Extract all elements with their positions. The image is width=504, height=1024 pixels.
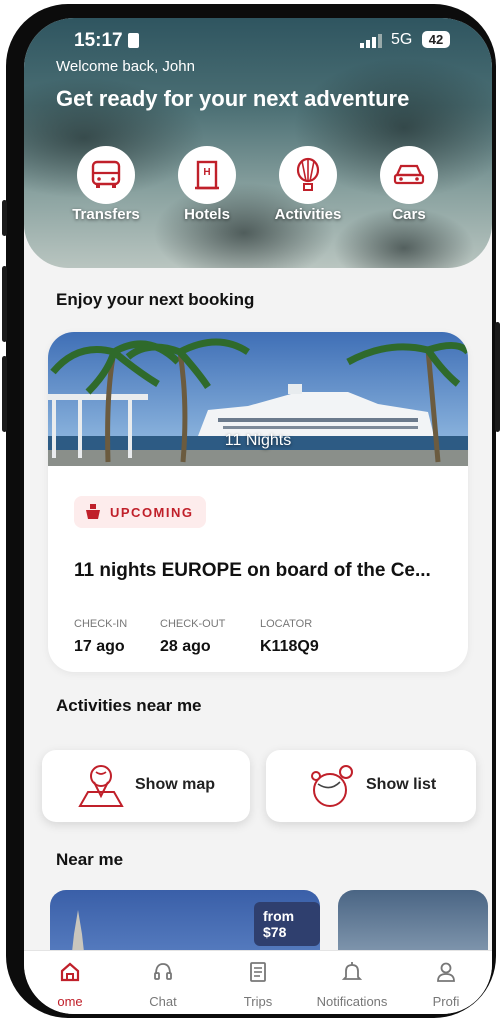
tab-label: Notifications (316, 994, 388, 1009)
hot-air-balloon-icon (296, 157, 320, 191)
status-badge: UPCOMING (74, 496, 206, 528)
checkin-label: CHECK-IN (74, 618, 128, 630)
hotel-icon: H (195, 160, 219, 190)
headline: Get ready for your next adventure (56, 86, 410, 111)
welcome-text: Welcome back, John (56, 58, 195, 75)
document-icon (250, 962, 266, 982)
svg-text:H: H (203, 167, 210, 178)
tab-bar: ome Chat Trips Notifications Profi (24, 950, 492, 1014)
tab-label: Chat (149, 994, 177, 1009)
show-list-button[interactable]: Show list (266, 750, 476, 822)
status-bar: 15:17 5G 42 (24, 28, 492, 54)
tab-notifications[interactable]: Notifications (302, 961, 402, 1009)
globe-route-icon (311, 765, 353, 807)
volume-up-button (2, 266, 7, 342)
tab-label: Profi (432, 994, 460, 1009)
locator-info: LOCATOR K118Q9 (260, 618, 319, 656)
activities-section-title: Activities near me (56, 696, 202, 715)
user-icon (437, 962, 455, 982)
quick-action-label: Activities (274, 206, 342, 223)
nights-overlay: 11 Nights (224, 432, 292, 449)
quick-action-activities[interactable]: Activities (258, 146, 358, 223)
quick-action-transfers[interactable]: Transfers (56, 146, 156, 223)
checkout-value: 28 ago (160, 638, 211, 655)
quick-action-label: Transfers (72, 206, 140, 223)
bus-icon (91, 160, 121, 188)
bell-icon (341, 962, 363, 980)
power-button (495, 322, 500, 432)
show-map-label: Show map (135, 776, 216, 793)
status-badge-text: UPCOMING (110, 504, 194, 520)
checkout-label: CHECK-OUT (160, 618, 226, 630)
phone-frame: 15:17 5G 42 Welcome back, John Get ready… (2, 4, 500, 1018)
quick-action-label: Cars (392, 206, 426, 223)
tab-label: ome (57, 994, 83, 1009)
cruise-image: 11 Nights (48, 332, 468, 466)
home-icon (60, 962, 80, 982)
near-section-title: Near me (56, 850, 124, 869)
tab-profile[interactable]: Profi (396, 961, 492, 1009)
locator-value: K118Q9 (260, 638, 319, 655)
tab-chat[interactable]: Chat (113, 961, 213, 1009)
sim-icon (128, 33, 139, 48)
quick-action-label: Hotels (184, 206, 230, 223)
signal-icon (360, 34, 382, 48)
trip-title: 11 nights EUROPE on board of the Ce... (74, 560, 431, 581)
tab-label: Trips (243, 994, 273, 1009)
quick-action-cars[interactable]: Cars (359, 146, 459, 223)
locator-label: LOCATOR (260, 618, 313, 630)
hero-header: 15:17 5G 42 Welcome back, John Get ready… (24, 18, 492, 268)
checkin-value: 17 ago (74, 638, 125, 655)
car-icon (393, 164, 425, 185)
booking-card[interactable]: 11 Nights UPCOMING 11 nights EUROPE on b… (48, 332, 468, 672)
booking-section-title: Enjoy your next booking (56, 290, 255, 309)
price-badge: from $78 (254, 902, 320, 946)
ship-icon (86, 504, 100, 519)
checkin-info: CHECK-IN 17 ago (74, 618, 127, 656)
network-type: 5G (391, 31, 413, 48)
tab-trips[interactable]: Trips (208, 961, 308, 1009)
battery-icon: 42 (422, 31, 450, 48)
mute-switch (2, 200, 7, 236)
show-map-button[interactable]: Show map (42, 750, 250, 822)
checkout-info: CHECK-OUT 28 ago (160, 618, 225, 656)
map-pin-icon (78, 765, 124, 807)
volume-down-button (2, 356, 7, 432)
app-screen: 15:17 5G 42 Welcome back, John Get ready… (24, 18, 492, 1014)
status-time: 15:17 (74, 30, 123, 51)
quick-action-hotels[interactable]: H Hotels (157, 146, 257, 223)
tab-home[interactable]: ome (24, 961, 120, 1009)
show-list-label: Show list (366, 776, 437, 793)
headset-icon (154, 963, 172, 980)
